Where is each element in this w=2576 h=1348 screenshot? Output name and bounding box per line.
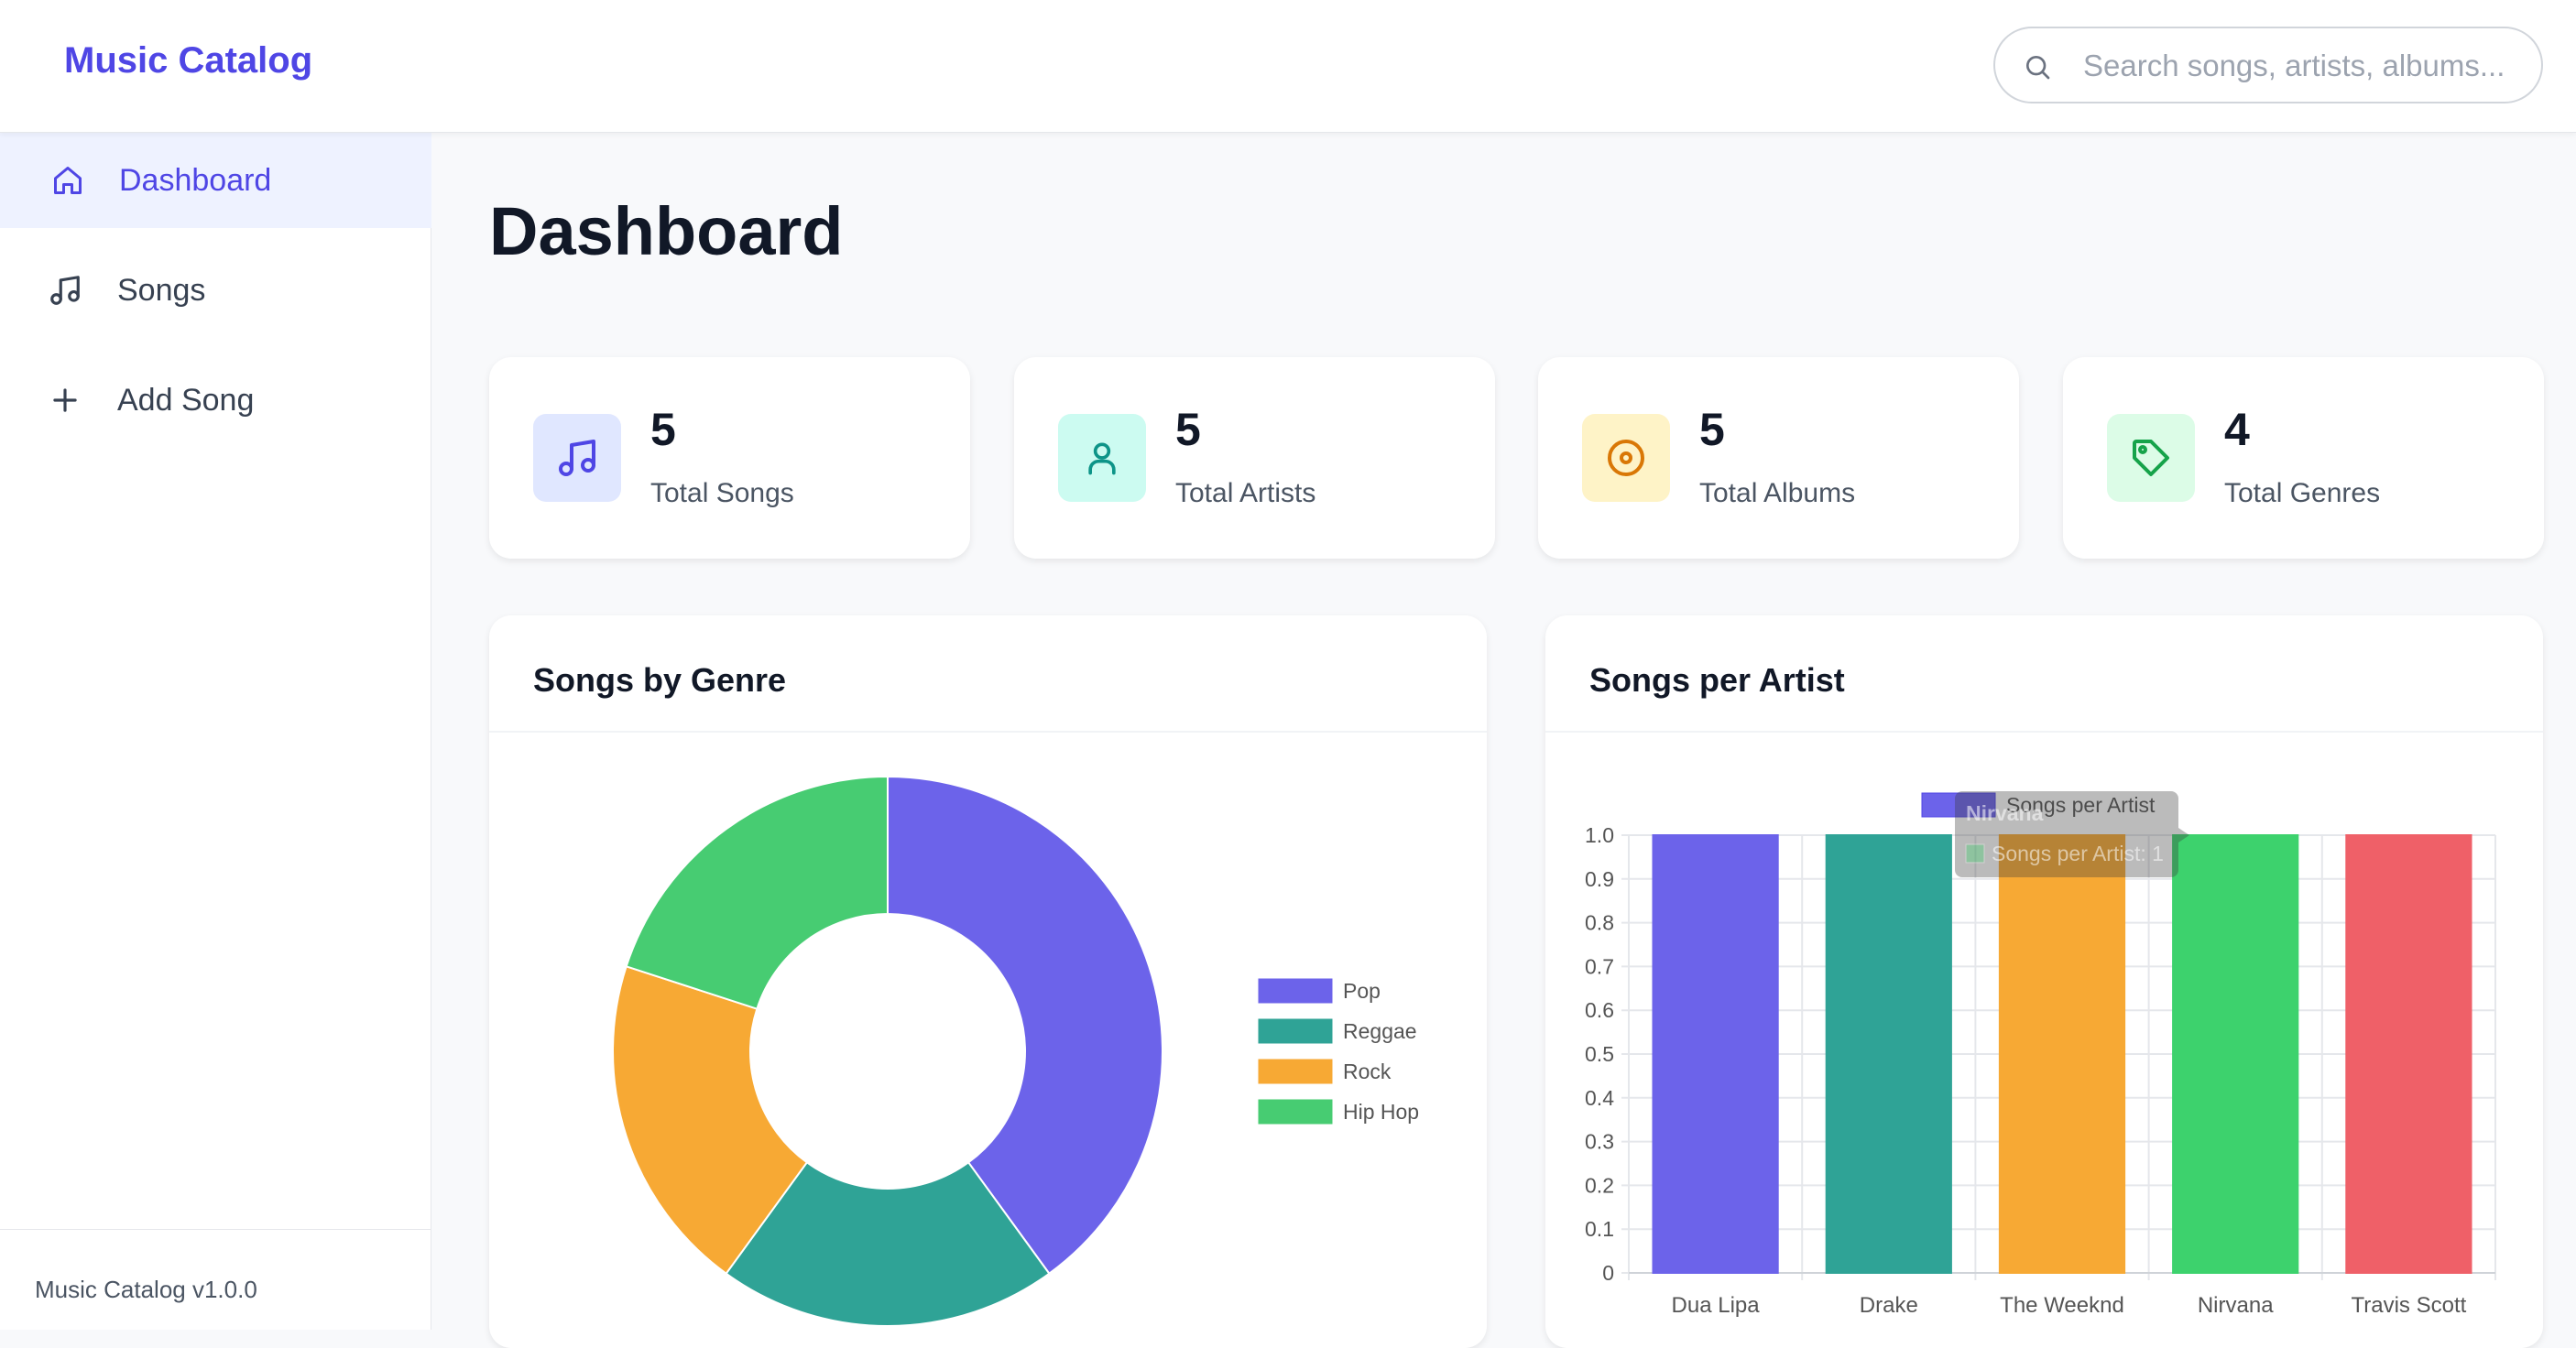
stat-value: 5 xyxy=(1175,404,1201,455)
artist-bar-chart: 0 0.1 0.2 0.3 0.4 0.5 0.6 0.7 0.8 0.9 1.0 Dua Lipa D… xyxy=(1585,791,2496,1318)
music-note-icon xyxy=(50,276,80,305)
version-label: Music Catalog v1.0.0 xyxy=(0,1229,431,1330)
stat-value: 5 xyxy=(1699,404,1725,455)
y-tick-label: 0 xyxy=(1602,1261,1614,1285)
stat-card-artists: 5 Total Artists xyxy=(1014,357,1495,559)
bar-drake[interactable] xyxy=(1825,834,1952,1274)
bar-dua-lipa[interactable] xyxy=(1652,834,1779,1274)
stat-label: Total Genres xyxy=(2224,478,2381,508)
legend-swatch[interactable] xyxy=(1258,978,1333,1004)
x-tick-label: Nirvana xyxy=(2198,1293,2274,1318)
y-tick-label: 0.6 xyxy=(1585,998,1614,1022)
disc-icon xyxy=(1582,414,1670,502)
y-tick-label: 0.8 xyxy=(1585,911,1614,935)
plus-icon xyxy=(53,388,77,412)
y-tick-label: 0.3 xyxy=(1585,1130,1614,1154)
music-note-icon xyxy=(533,414,621,502)
x-tick-label: The Weeknd xyxy=(2000,1293,2124,1318)
x-tick-label: Drake xyxy=(1860,1293,1918,1318)
tooltip-swatch xyxy=(1965,843,1985,864)
sidebar-item-add-song[interactable]: Add Song xyxy=(0,353,431,448)
home-icon xyxy=(54,167,82,194)
legend-swatch[interactable] xyxy=(1258,1059,1333,1084)
brand-logo[interactable]: Music Catalog xyxy=(64,40,312,82)
search-input[interactable] xyxy=(2083,45,2523,87)
stat-card-albums: 5 Total Albums xyxy=(1538,357,2019,559)
stat-label: Total Albums xyxy=(1699,478,1856,508)
legend-swatch[interactable] xyxy=(1258,1099,1333,1125)
stat-value: 5 xyxy=(650,404,676,455)
top-bar: Music Catalog xyxy=(0,0,2576,133)
sidebar-item-label: Dashboard xyxy=(119,162,272,198)
legend-label[interactable]: Hip Hop xyxy=(1343,1100,1419,1124)
legend-label[interactable]: Rock xyxy=(1343,1060,1392,1083)
pie-slice-hip-hop[interactable] xyxy=(625,775,889,1010)
user-icon xyxy=(1058,414,1146,502)
sidebar-item-label: Add Song xyxy=(117,382,255,418)
search-icon xyxy=(2023,52,2052,86)
search-box[interactable] xyxy=(1993,27,2543,103)
legend-label[interactable]: Pop xyxy=(1343,979,1381,1003)
legend-swatch[interactable] xyxy=(1258,1018,1333,1044)
y-tick-label: 0.7 xyxy=(1585,954,1614,978)
y-tick-label: 0.2 xyxy=(1585,1173,1614,1197)
x-tick-label: Travis Scott xyxy=(2351,1293,2466,1318)
y-tick-label: 0.9 xyxy=(1585,867,1614,891)
artist-chart-panel: Songs per Artist 0 0.1 0.2 0.3 0.4 0.5 0.6 0.7 0… xyxy=(1545,615,2543,1348)
y-tick-label: 0.5 xyxy=(1585,1042,1614,1066)
tooltip-body: Songs per Artist: 1 xyxy=(1992,842,2164,865)
stat-label: Total Songs xyxy=(650,478,794,508)
bar-the-weeknd[interactable] xyxy=(1998,834,2126,1274)
stat-value: 4 xyxy=(2224,404,2250,455)
tooltip-title: Nirvana xyxy=(1966,801,2044,825)
x-tick-label: Dua Lipa xyxy=(1672,1293,1761,1318)
sidebar-item-songs[interactable]: Songs xyxy=(0,243,431,338)
bar-nirvana[interactable] xyxy=(2172,834,2299,1274)
stat-card-genres: 4 Total Genres xyxy=(2063,357,2544,559)
stat-card-songs: 5 Total Songs xyxy=(489,357,970,559)
page-title: Dashboard xyxy=(489,193,844,269)
y-tick-label: 0.4 xyxy=(1585,1086,1614,1110)
y-tick-label: 1.0 xyxy=(1585,823,1614,847)
genre-chart-panel: Songs by Genre Pop Reggae Rock Hip Hop xyxy=(489,615,1487,1348)
sidebar-item-label: Songs xyxy=(117,272,206,308)
sidebar: Dashboard Songs Add Song Music Catalog v… xyxy=(0,133,431,1330)
genre-doughnut-chart: Pop Reggae Rock Hip Hop xyxy=(612,775,1419,1327)
sidebar-item-dashboard[interactable]: Dashboard xyxy=(0,133,431,228)
tag-icon xyxy=(2107,414,2195,502)
stat-label: Total Artists xyxy=(1175,478,1316,508)
bar-travis-scott[interactable] xyxy=(2345,834,2472,1274)
legend-label[interactable]: Reggae xyxy=(1343,1019,1417,1043)
y-tick-label: 0.1 xyxy=(1585,1217,1614,1241)
